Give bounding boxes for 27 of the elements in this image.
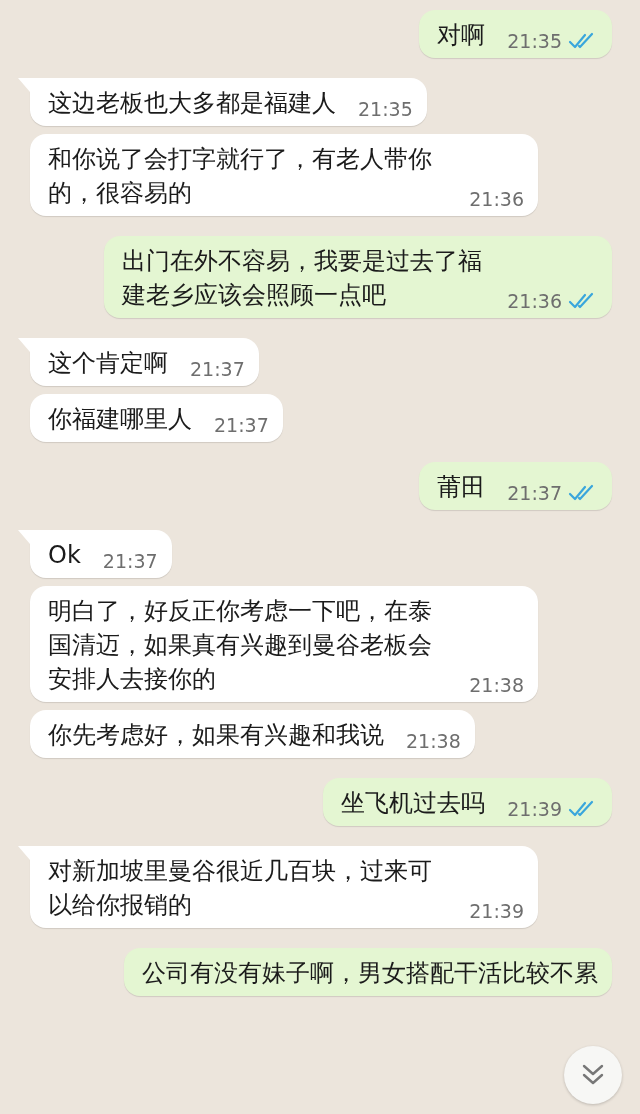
message-text: 这边老板也大多都是福建人	[48, 88, 336, 119]
message-time: 21:37	[190, 358, 245, 380]
message-text: Ok	[48, 540, 81, 571]
message-text: 对啊	[437, 20, 486, 51]
message-time: 21:37	[214, 414, 269, 436]
message-time: 21:36	[469, 188, 524, 210]
scroll-down-button[interactable]	[564, 1046, 622, 1104]
message-time: 21:35	[507, 30, 562, 52]
double-chevron-down-icon	[580, 1063, 606, 1087]
message-text: 你先考虑好，如果有兴趣和我说	[48, 720, 384, 751]
message-time: 21:38	[406, 730, 461, 752]
message-text: 坐飞机过去吗	[341, 788, 486, 819]
message-text: 明白了，好反正你考虑一下吧，在泰国清迈，如果真有兴趣到曼谷老板会安排人去接你的	[48, 596, 433, 695]
message-time: 21:37	[102, 550, 158, 572]
message-text: 莆田	[437, 472, 486, 503]
message-time: 21:39	[507, 798, 562, 820]
message-time: 21:38	[469, 674, 524, 696]
message-time: 21:39	[469, 900, 524, 922]
message-time: 21:36	[507, 290, 562, 312]
message-text: 这个肯定啊	[48, 348, 168, 379]
message-time: 21:35	[358, 98, 413, 120]
message-text: 和你说了会打字就行了，有老人带你的，很容易的	[48, 144, 433, 209]
message-time: 21:37	[507, 482, 562, 504]
message-text: 你福建哪里人	[48, 404, 192, 435]
message-text: 对新加坡里曼谷很近几百块，过来可以给你报销的	[48, 856, 433, 921]
message-text: 出门在外不容易，我要是过去了福建老乡应该会照顾一点吧	[122, 246, 483, 311]
message-text: 公司有没有妹子啊，男女搭配干活比较不累	[142, 958, 598, 989]
